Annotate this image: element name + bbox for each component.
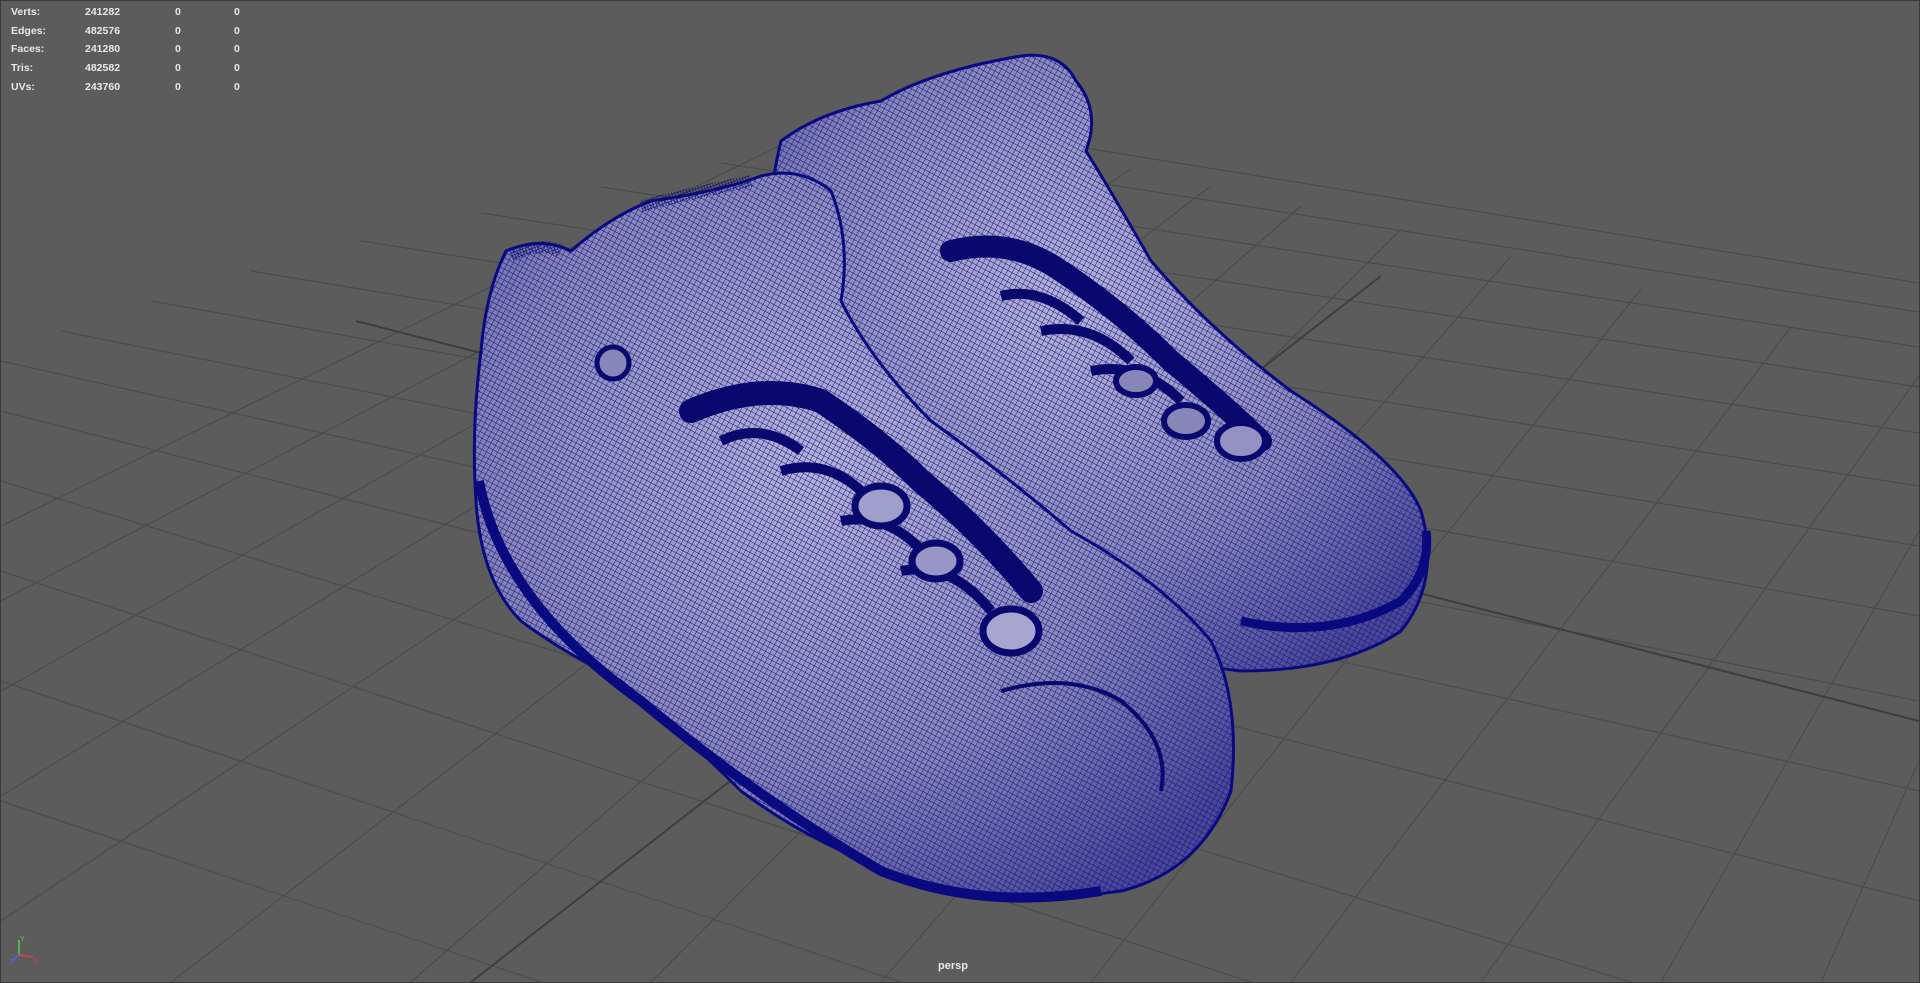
axis-gizmo-icon: Y Z X [9, 936, 38, 965]
hud-value: 482576 [85, 24, 121, 37]
hud-value: 241282 [85, 6, 121, 18]
hud-component: 0 [234, 43, 240, 56]
camera-name-label: persp [938, 960, 968, 972]
hud-value: 243760 [85, 80, 121, 93]
hud-component: 0 [234, 62, 240, 75]
hud-value: 482582 [85, 62, 121, 75]
hud-label: Faces: [11, 43, 45, 56]
poly-count-hud: Verts: 241282 0 0 Edges: 482576 0 0 Face… [11, 3, 271, 96]
hud-row-edges: Edges: 482576 0 0 [11, 22, 271, 41]
hud-component: 0 [234, 80, 240, 93]
hud-selected: 0 [175, 6, 181, 18]
hud-row-verts: Verts: 241282 0 0 [11, 3, 271, 22]
3d-viewport[interactable]: Verts: 241282 0 0 Edges: 482576 0 0 Face… [0, 0, 1920, 983]
axis-z-label: Z [9, 959, 14, 965]
scene-canvas[interactable] [1, 1, 1919, 982]
hud-selected: 0 [175, 80, 181, 93]
hud-value: 241280 [85, 43, 121, 56]
axis-x-label: X [33, 958, 38, 965]
hud-row-uvs: UVs: 243760 0 0 [11, 78, 271, 97]
hud-component: 0 [234, 24, 240, 37]
hud-label: Tris: [11, 62, 34, 75]
hud-label: UVs: [11, 80, 35, 93]
hud-selected: 0 [175, 24, 181, 37]
hud-label: Edges: [11, 24, 47, 37]
axis-y-label: Y [20, 936, 25, 943]
hud-row-tris: Tris: 482582 0 0 [11, 59, 271, 78]
hud-selected: 0 [175, 62, 181, 75]
hud-component: 0 [234, 6, 240, 18]
hud-row-faces: Faces: 241280 0 0 [11, 40, 271, 59]
hud-label: Verts: [11, 6, 41, 18]
hud-selected: 0 [175, 43, 181, 56]
